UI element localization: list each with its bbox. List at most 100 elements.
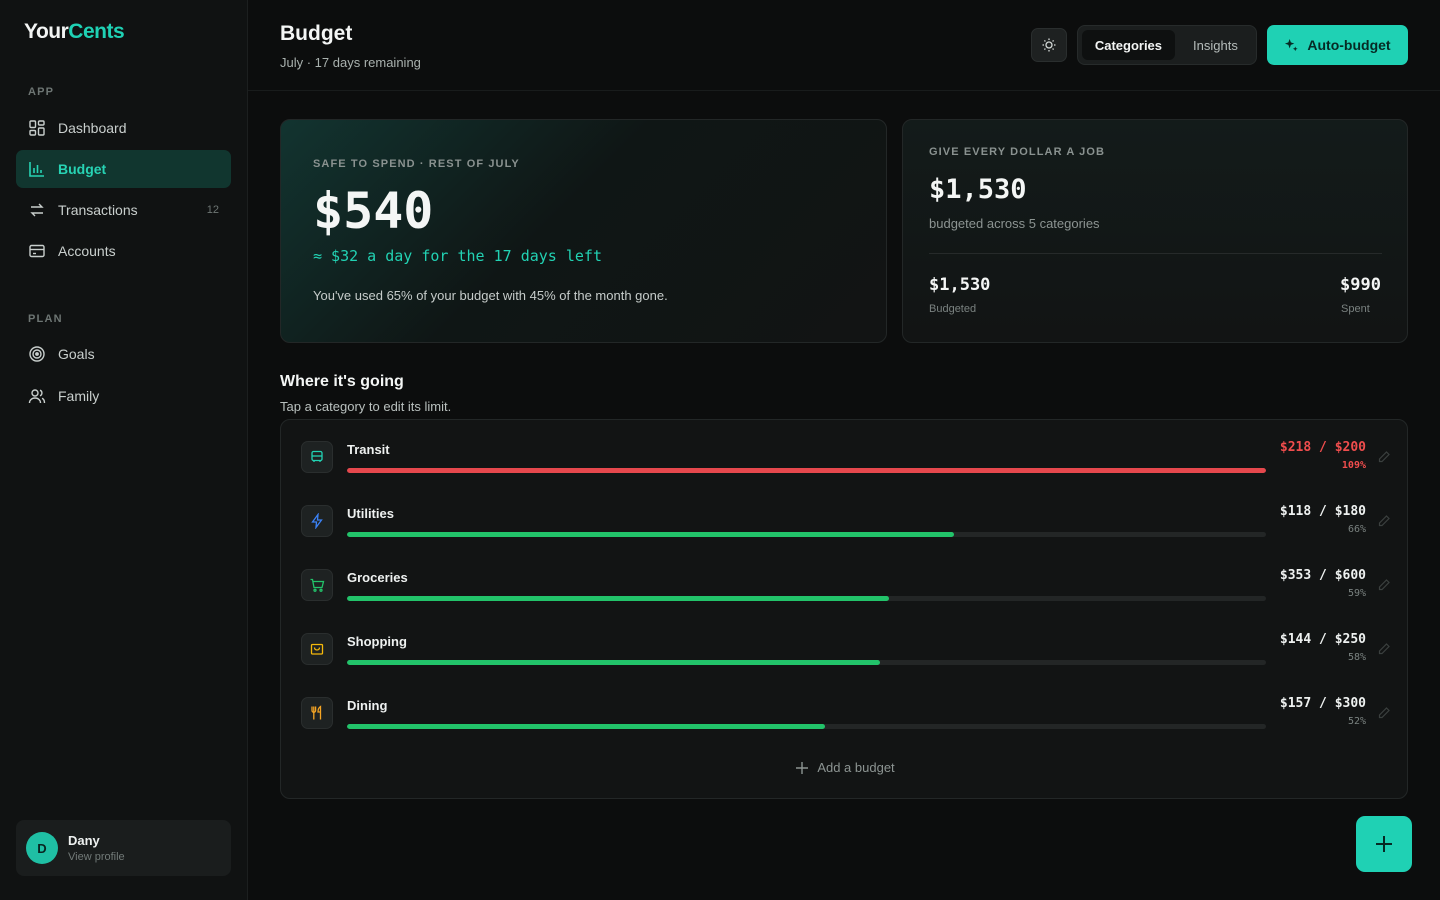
progress-track <box>347 660 1266 665</box>
divider <box>929 253 1382 254</box>
sidebar-item-family[interactable]: Family <box>16 377 231 415</box>
transactions-count-badge: 12 <box>206 204 219 216</box>
bag-icon <box>301 633 333 665</box>
sidebar-item-label: Dashboard <box>58 120 127 136</box>
safe-eyebrow: SAFE TO SPEND · REST OF JULY <box>313 158 520 170</box>
auto-budget-button[interactable]: Auto-budget <box>1267 25 1408 65</box>
category-row-groceries[interactable]: Groceries $353 / $600 59% <box>281 548 1409 612</box>
category-row-dining[interactable]: Dining $157 / $300 52% <box>281 676 1409 740</box>
sparkle-icon <box>1285 38 1298 51</box>
category-row-shopping[interactable]: Shopping $144 / $250 58% <box>281 612 1409 676</box>
plus-icon <box>796 761 809 774</box>
bolt-icon <box>301 505 333 537</box>
progress-track <box>347 724 1266 729</box>
pencil-icon[interactable] <box>1377 706 1391 720</box>
category-name: Utilities <box>347 506 394 521</box>
progress-track <box>347 532 1266 537</box>
category-amount: $144 / $250 <box>1279 632 1366 647</box>
sidebar-item-budget[interactable]: Budget <box>16 150 231 188</box>
category-amount: $353 / $600 <box>1279 568 1366 583</box>
view-tabs: Categories Insights <box>1077 25 1257 65</box>
category-name: Groceries <box>347 570 408 585</box>
usage-note: You've used 65% of your budget with 45% … <box>313 288 668 303</box>
profile-card[interactable]: D Dany View profile <box>16 820 231 876</box>
nav-section-plan: PLAN <box>28 313 63 325</box>
category-amount: $218 / $200 <box>1279 440 1366 455</box>
job-amount: $1,530 <box>929 174 1027 205</box>
section-title: Where it's going <box>280 373 404 390</box>
sidebar: YourCents APP Dashboard Budget Transacti… <box>0 0 248 900</box>
spent-value: $990 <box>1340 275 1381 295</box>
profile-name: Dany <box>68 833 100 848</box>
card-icon <box>28 242 46 260</box>
section-subtitle: Tap a category to edit its limit. <box>280 399 452 414</box>
progress-fill <box>347 724 825 729</box>
category-amount: $118 / $180 <box>1279 504 1366 519</box>
sidebar-item-label: Family <box>58 388 100 404</box>
theme-toggle-button[interactable] <box>1031 28 1067 62</box>
sidebar-item-label: Goals <box>58 346 95 362</box>
tab-insights[interactable]: Insights <box>1179 30 1252 60</box>
safe-amount: $540 <box>313 182 434 240</box>
swap-arrows-icon <box>28 201 46 219</box>
users-icon <box>28 387 46 405</box>
category-amount: $157 / $300 <box>1279 696 1366 711</box>
sidebar-item-transactions[interactable]: Transactions 12 <box>16 191 231 229</box>
utensils-icon <box>301 697 333 729</box>
category-list: Transit $218 / $200 109% Utilities $118 / $1… <box>280 419 1408 799</box>
tab-categories[interactable]: Categories <box>1082 30 1175 60</box>
target-icon <box>28 345 46 363</box>
progress-fill <box>347 660 881 665</box>
pencil-icon[interactable] <box>1377 450 1391 464</box>
sidebar-item-label: Accounts <box>58 243 116 259</box>
category-name: Shopping <box>347 634 407 649</box>
plus-icon <box>1376 836 1392 852</box>
progress-fill <box>347 468 1266 473</box>
page-title: Budget <box>280 22 353 45</box>
pencil-icon[interactable] <box>1377 514 1391 528</box>
progress-track <box>347 596 1266 601</box>
category-percent: 52% <box>1347 716 1366 727</box>
category-row-utilities[interactable]: Utilities $118 / $180 66% <box>281 484 1409 548</box>
category-name: Transit <box>347 442 390 457</box>
budgeted-value: $1,530 <box>929 275 991 295</box>
add-transaction-fab[interactable] <box>1356 816 1412 872</box>
safe-to-spend-card: SAFE TO SPEND · REST OF JULY $540 ≈ $32 … <box>280 119 887 343</box>
pencil-icon[interactable] <box>1377 642 1391 656</box>
sun-icon <box>1042 38 1056 52</box>
bar-chart-icon <box>28 160 46 178</box>
sidebar-item-dashboard[interactable]: Dashboard <box>16 109 231 147</box>
progress-fill <box>347 532 954 537</box>
cart-icon <box>301 569 333 601</box>
spent-label: Spent <box>1341 303 1370 315</box>
app-logo[interactable]: YourCents <box>24 20 125 44</box>
sidebar-item-label: Transactions <box>58 202 138 218</box>
job-eyebrow: GIVE EVERY DOLLAR A JOB <box>929 146 1106 158</box>
auto-budget-label: Auto-budget <box>1307 37 1391 53</box>
add-budget-label: Add a budget <box>817 760 895 775</box>
bus-icon <box>301 441 333 473</box>
budgeted-label: Budgeted <box>929 303 977 315</box>
view-profile-link[interactable]: View profile <box>68 851 125 863</box>
category-percent: 109% <box>1341 460 1366 471</box>
category-percent: 66% <box>1347 524 1366 535</box>
category-percent: 58% <box>1347 652 1366 663</box>
dollar-job-card: GIVE EVERY DOLLAR A JOB $1,530 budgeted … <box>902 119 1408 343</box>
page-subtitle: July · 17 days remaining <box>280 55 421 70</box>
sidebar-item-label: Budget <box>58 161 107 177</box>
sidebar-item-accounts[interactable]: Accounts <box>16 232 231 270</box>
grid-icon <box>28 119 46 137</box>
add-budget-button[interactable]: Add a budget <box>281 760 1409 775</box>
job-subtitle: budgeted across 5 categories <box>929 216 1100 231</box>
category-row-transit[interactable]: Transit $218 / $200 109% <box>281 420 1409 484</box>
pencil-icon[interactable] <box>1377 578 1391 592</box>
avatar: D <box>26 832 58 864</box>
category-percent: 59% <box>1347 588 1366 599</box>
per-day-note: ≈ $32 a day for the 17 days left <box>313 247 602 265</box>
progress-track <box>347 468 1266 473</box>
nav-section-app: APP <box>28 86 55 98</box>
page-header: Budget July · 17 days remaining Categori… <box>248 0 1440 91</box>
sidebar-item-goals[interactable]: Goals <box>16 335 231 373</box>
progress-fill <box>347 596 890 601</box>
category-name: Dining <box>347 698 388 713</box>
